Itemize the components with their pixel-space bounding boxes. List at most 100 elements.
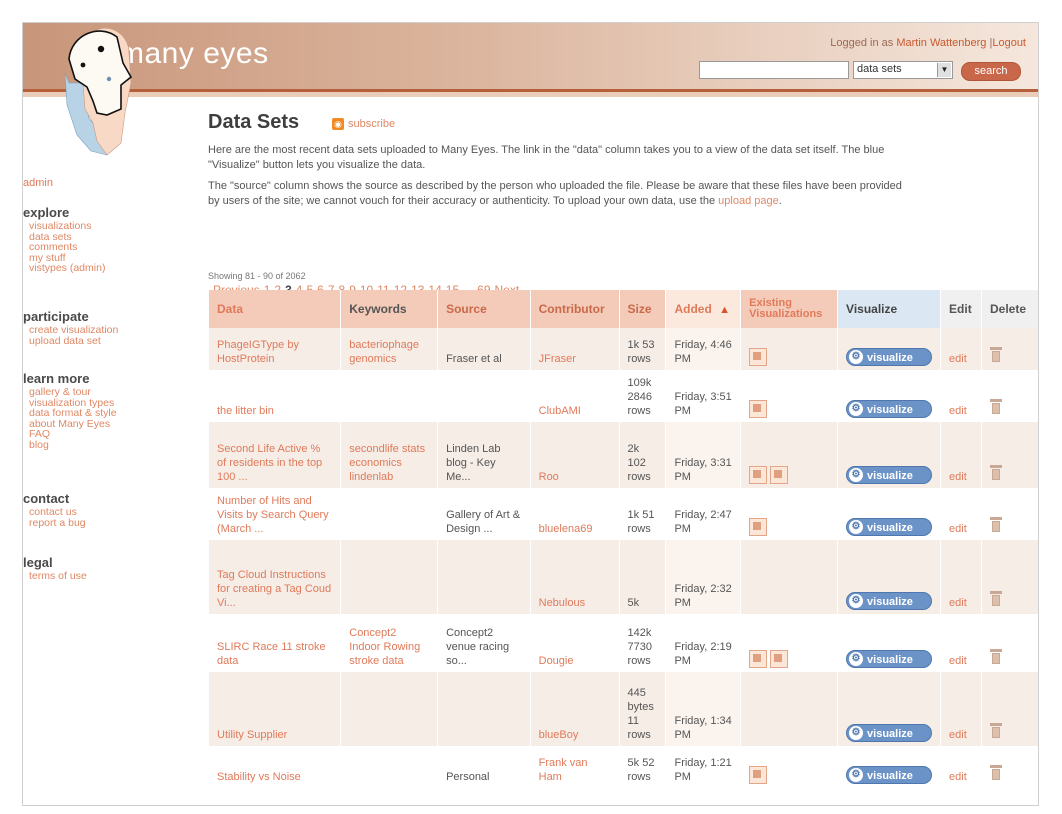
trash-icon[interactable] (990, 723, 1002, 738)
visualization-thumbnail-icon[interactable] (749, 400, 768, 418)
visualize-button[interactable]: ⚙ visualize (846, 766, 933, 784)
search-input[interactable] (699, 61, 849, 79)
trash-icon[interactable] (990, 591, 1002, 606)
cell-data-link[interactable]: Tag Cloud Instructions for creating a Ta… (209, 540, 342, 614)
trash-icon[interactable] (990, 465, 1002, 480)
column-header-contributor[interactable]: Contributor (530, 290, 620, 328)
sidebar-item-create-visualization[interactable]: create visualization (29, 325, 118, 336)
cell-keywords[interactable] (340, 370, 439, 422)
trash-icon[interactable] (990, 649, 1002, 664)
sidebar-admin-link[interactable]: admin (23, 177, 53, 189)
search-scope-select[interactable]: data sets ▼ (853, 61, 953, 79)
sidebar-item-faq[interactable]: FAQ (29, 429, 117, 440)
table-row: Stability vs Noise Personal Frank van Ham 5… (209, 746, 1038, 788)
cell-contributor[interactable]: blueBoy (530, 672, 620, 746)
cell-data-link[interactable]: Second Life Active % of residents in the… (209, 422, 342, 488)
visualize-button[interactable]: ⚙ visualize (846, 650, 933, 668)
cell-source: Linden Lab blog - Key Me... (437, 422, 531, 488)
visualization-thumbnail-icon[interactable] (770, 466, 789, 484)
sidebar-item-visualizations[interactable]: visualizations (29, 221, 105, 232)
visualize-button[interactable]: ⚙ visualize (846, 400, 933, 418)
cell-contributor[interactable]: bluelena69 (530, 488, 620, 540)
sidebar-item-contact-us[interactable]: contact us (29, 507, 86, 518)
trash-icon[interactable] (990, 517, 1002, 532)
rss-icon[interactable]: ◉ (332, 118, 344, 130)
upload-page-link[interactable]: upload page (718, 195, 779, 207)
edit-link[interactable]: edit (949, 655, 967, 667)
visualization-thumbnail-icon[interactable] (749, 466, 768, 484)
cell-data-link[interactable]: the litter bin (209, 370, 342, 422)
cell-existing-visualizations (740, 614, 839, 672)
visualization-thumbnail-icon[interactable] (770, 650, 789, 668)
visualization-thumbnail-icon[interactable] (749, 348, 768, 366)
edit-link[interactable]: edit (949, 729, 967, 741)
column-header-added[interactable]: Added ▲ (665, 290, 742, 328)
many-eyes-logo-icon[interactable] (47, 23, 147, 175)
cell-visualize: ⚙ visualize (837, 746, 942, 788)
visualize-button[interactable]: ⚙ visualize (846, 724, 933, 742)
cell-existing-visualizations (740, 488, 839, 540)
cell-contributor[interactable]: ClubAMI (530, 370, 620, 422)
sidebar-item-terms[interactable]: terms of use (29, 571, 87, 582)
cell-keywords[interactable] (340, 746, 439, 788)
column-header-source[interactable]: Source (437, 290, 531, 328)
visualize-button[interactable]: ⚙ visualize (846, 348, 933, 366)
visualization-thumbnail-icon[interactable] (749, 650, 768, 668)
cell-data-link[interactable]: Utility Supplier (209, 672, 342, 746)
cell-data-link[interactable]: SLIRC Race 11 stroke data (209, 614, 342, 672)
sidebar-item-vistypes[interactable]: vistypes (admin) (29, 263, 105, 274)
cell-delete (981, 422, 1038, 488)
column-header-data[interactable]: Data (209, 290, 342, 328)
cell-contributor[interactable]: JFraser (530, 328, 620, 370)
cell-keywords[interactable]: secondlife stats economics lindenlab (340, 422, 439, 488)
cell-keywords[interactable]: Concept2 Indoor Rowing stroke data (340, 614, 439, 672)
trash-icon[interactable] (990, 765, 1002, 780)
edit-link[interactable]: edit (949, 405, 967, 417)
cell-source (437, 370, 531, 422)
edit-link[interactable]: edit (949, 353, 967, 365)
sidebar-item-blog[interactable]: blog (29, 439, 117, 451)
sidebar-item-gallery-tour[interactable]: gallery & tour (29, 387, 117, 398)
cell-contributor[interactable]: Dougie (530, 614, 620, 672)
cell-delete (981, 540, 1038, 614)
edit-link[interactable]: edit (949, 597, 967, 609)
cell-edit: edit (940, 614, 982, 672)
cell-data-link[interactable]: PhageIGType by HostProtein (209, 328, 342, 370)
cell-size: 1k 53 rows (619, 328, 667, 370)
cell-contributor[interactable]: Frank van Ham (530, 746, 620, 788)
edit-link[interactable]: edit (949, 523, 967, 535)
cell-contributor[interactable]: Nebulous (530, 540, 620, 614)
sidebar-section-contact: contact contact us report a bug (23, 491, 86, 528)
sidebar-item-comments[interactable]: comments (29, 242, 105, 253)
trash-icon[interactable] (990, 399, 1002, 414)
cell-source (437, 540, 531, 614)
subscribe-link[interactable]: subscribe (348, 118, 395, 130)
search-button[interactable]: search (961, 62, 1021, 81)
visualize-button[interactable]: ⚙ visualize (846, 518, 933, 536)
sidebar-item-upload-data-set[interactable]: upload data set (29, 335, 118, 347)
column-header-keywords[interactable]: Keywords (340, 290, 439, 328)
gear-icon: ⚙ (849, 468, 864, 482)
edit-link[interactable]: edit (949, 471, 967, 483)
cell-keywords[interactable] (340, 672, 439, 746)
user-link[interactable]: Martin Wattenberg (896, 37, 986, 49)
logout-link[interactable]: Logout (992, 37, 1026, 49)
cell-data-link[interactable]: Number of Hits and Visits by Search Quer… (209, 488, 342, 540)
cell-keywords[interactable]: bacteriophage genomics (340, 328, 439, 370)
visualize-button[interactable]: ⚙ visualize (846, 592, 933, 610)
column-header-existing-visualizations[interactable]: Existing Visualizations (740, 290, 839, 328)
cell-keywords[interactable] (340, 488, 439, 540)
cell-edit: edit (940, 746, 982, 788)
sidebar-item-report-bug[interactable]: report a bug (29, 517, 86, 529)
trash-icon[interactable] (990, 347, 1002, 362)
sidebar-item-data-format[interactable]: data format & style (29, 408, 117, 419)
cell-contributor[interactable]: Roo (530, 422, 620, 488)
cell-existing-visualizations (740, 422, 839, 488)
column-header-size[interactable]: Size (619, 290, 667, 328)
visualize-button[interactable]: ⚙ visualize (846, 466, 933, 484)
edit-link[interactable]: edit (949, 771, 967, 783)
cell-keywords[interactable] (340, 540, 439, 614)
cell-data-link[interactable]: Stability vs Noise (209, 746, 342, 788)
visualization-thumbnail-icon[interactable] (749, 766, 768, 784)
visualization-thumbnail-icon[interactable] (749, 518, 768, 536)
